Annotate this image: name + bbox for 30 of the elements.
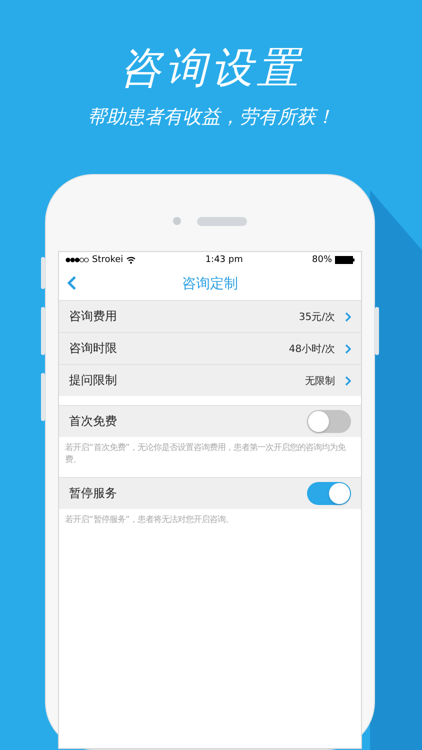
setting-value: 无限制 — [305, 374, 335, 388]
camera-dot — [173, 217, 181, 225]
toggle-switch[interactable] — [307, 482, 351, 505]
headline: 咨询设置 — [119, 42, 303, 94]
chevron-icon — [345, 344, 351, 354]
setting-value: 48小时/次 — [288, 342, 335, 356]
chevron-icon — [345, 312, 351, 322]
speaker-slot — [197, 216, 247, 226]
settings-row[interactable]: 提问限制 无限制 — [59, 364, 361, 396]
status-time: 1:43 pm — [205, 254, 243, 264]
toggle-switch[interactable] — [307, 410, 351, 433]
battery-percent: 80% — [312, 254, 332, 264]
carrier-name: Strokei — [92, 254, 124, 264]
nav-title: 咨询定制 — [182, 274, 238, 292]
signal-icon — [65, 256, 89, 262]
setting-label: 咨询时限 — [69, 340, 117, 357]
chevron-icon — [345, 376, 351, 386]
toggle-label: 暂停服务 — [69, 485, 117, 502]
settings-row[interactable]: 咨询费用 35元/次 — [59, 300, 361, 332]
toggle-note: 若开启“暂停服务”，患者将无法对您开启咨询。 — [64, 513, 235, 526]
subtitle: 帮助患者有收益，劳有所获！ — [88, 105, 334, 130]
setting-value: 35元/次 — [298, 310, 335, 324]
toggle-note: 若开启“首次免费”，无论你是否设置咨询费用，患者第一次开启您的咨询均为免费。 — [64, 441, 347, 466]
settings-row[interactable]: 咨询时限 48小时/次 — [59, 332, 361, 364]
setting-label: 提问限制 — [69, 372, 117, 389]
battery-icon — [335, 256, 356, 264]
wifi-icon — [126, 256, 136, 264]
setting-label: 咨询费用 — [69, 308, 117, 325]
back-button[interactable] — [65, 275, 79, 291]
toggle-label: 首次免费 — [69, 413, 117, 430]
